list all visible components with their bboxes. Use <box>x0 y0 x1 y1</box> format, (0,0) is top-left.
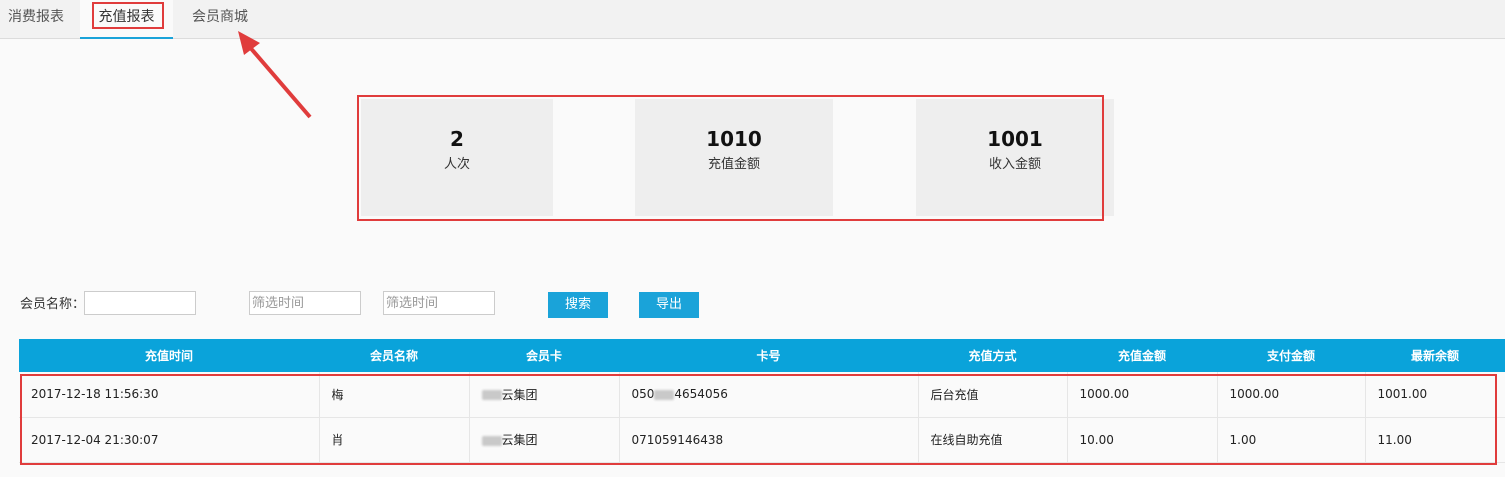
redacted-mark <box>654 389 675 400</box>
col-header-recharge-amount[interactable]: 充值金额 <box>1067 339 1217 372</box>
member-name-label: 会员名称： <box>20 297 86 312</box>
stat-card-recharge-amount: 1010 充值金额 <box>635 99 833 216</box>
table-row[interactable]: 2017-12-18 11:56:30 梅 云集团 050 4654056 后台充… <box>19 372 1505 418</box>
tab-consumption-report[interactable]: 消费报表 <box>0 0 72 39</box>
tab-member-mall[interactable]: 会员商城 <box>180 0 260 39</box>
stat-label: 收入金额 <box>988 157 1041 172</box>
cell-paid-amount: 1.00 <box>1217 417 1366 463</box>
col-header-recharge-method[interactable]: 充值方式 <box>918 339 1067 372</box>
table-row[interactable]: 2017-12-04 21:30:07 肖 云集团 071059146438 在… <box>19 417 1505 463</box>
search-button[interactable]: 搜索 <box>548 292 608 318</box>
stat-value: 1001 <box>987 127 1043 151</box>
tab-recharge-report[interactable]: 充值报表 <box>80 0 173 39</box>
stat-card-income-amount: 1001 收入金额 <box>916 99 1114 216</box>
cell-member-card: 云集团 <box>469 372 620 418</box>
col-header-member-card[interactable]: 会员卡 <box>469 339 619 372</box>
cell-member-name: 梅 <box>319 372 470 418</box>
stat-value: 2 <box>450 127 464 151</box>
cell-balance: 11.00 <box>1365 417 1505 463</box>
member-name-input[interactable] <box>84 291 196 315</box>
cell-paid-amount: 1000.00 <box>1217 372 1366 418</box>
end-time-input[interactable] <box>383 291 495 315</box>
annotation-arrow <box>238 31 312 119</box>
cell-recharge-amount: 10.00 <box>1067 417 1218 463</box>
stat-label: 人次 <box>443 157 470 172</box>
cell-member-name: 肖 <box>319 417 470 463</box>
redacted-mark <box>481 390 502 401</box>
table-header-row: 充值时间 会员名称 会员卡 卡号 充值方式 充值金额 支付金额 最新余额 <box>19 339 1505 372</box>
col-header-paid-amount[interactable]: 支付金额 <box>1217 339 1365 372</box>
redacted-mark <box>481 435 502 446</box>
stat-card-count: 2 人次 <box>361 99 553 216</box>
col-header-balance[interactable]: 最新余额 <box>1365 339 1505 372</box>
cell-card-number: 071059146438 <box>619 417 919 463</box>
cell-recharge-amount: 1000.00 <box>1067 372 1218 418</box>
cell-recharge-time: 2017-12-18 11:56:30 <box>19 372 320 418</box>
start-time-input[interactable] <box>249 291 361 315</box>
export-button[interactable]: 导出 <box>639 292 699 318</box>
cell-balance: 1001.00 <box>1365 372 1505 418</box>
stat-label: 充值金额 <box>707 157 760 172</box>
stat-value: 1010 <box>706 127 762 151</box>
col-header-card-number[interactable]: 卡号 <box>619 339 918 372</box>
cell-recharge-time: 2017-12-04 21:30:07 <box>19 417 320 463</box>
cell-member-card: 云集团 <box>469 417 620 463</box>
cell-recharge-method: 后台充值 <box>918 372 1068 418</box>
cell-card-number: 050 4654056 <box>619 372 919 418</box>
report-tabs: 消费报表 充值报表 会员商城 <box>0 0 1505 39</box>
cell-recharge-method: 在线自助充值 <box>918 417 1068 463</box>
col-header-recharge-time[interactable]: 充值时间 <box>19 339 319 372</box>
recharge-table: 充值时间 会员名称 会员卡 卡号 充值方式 充值金额 支付金额 最新余额 201… <box>19 339 1505 463</box>
col-header-member-name[interactable]: 会员名称 <box>319 339 469 372</box>
